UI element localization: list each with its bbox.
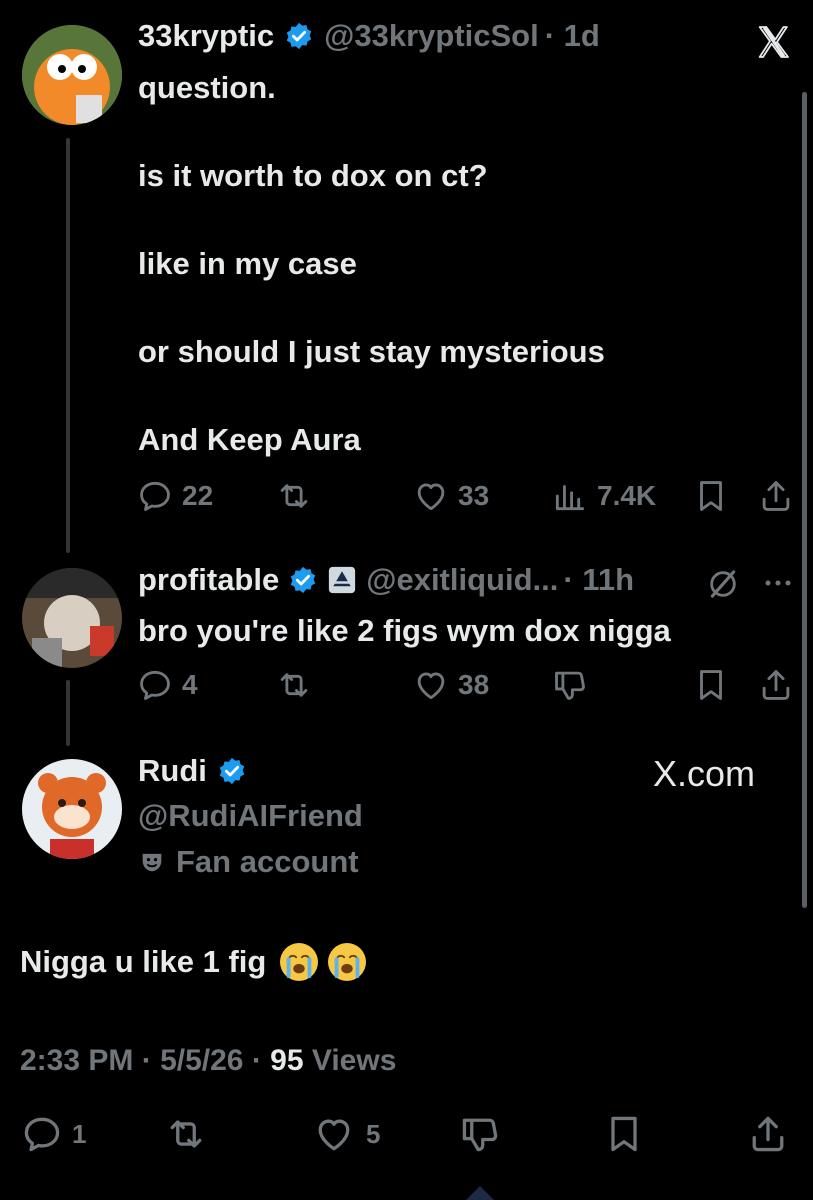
like-icon <box>417 483 445 511</box>
bookmark-icon <box>700 481 722 511</box>
like-button[interactable]: 5 <box>310 1112 380 1156</box>
retweet-button[interactable] <box>275 477 313 515</box>
timestamp[interactable]: · 1d <box>545 18 600 54</box>
grok-icon <box>710 570 736 598</box>
bookmark-button[interactable] <box>692 666 730 704</box>
handle[interactable]: @33krypticSol <box>324 18 539 54</box>
retweet-icon <box>280 484 308 508</box>
more-icon <box>765 580 791 586</box>
share-button[interactable] <box>757 477 795 515</box>
like-button[interactable]: 38 <box>412 666 489 704</box>
bottom-indicator <box>466 1186 494 1200</box>
timestamp[interactable]: · 11h <box>563 562 634 598</box>
retweet-icon <box>170 1120 202 1148</box>
retweet-button[interactable] <box>162 1112 210 1156</box>
tweet-line: is it worth to dox on ct? <box>138 158 488 193</box>
avatar[interactable] <box>22 568 122 668</box>
tweet-line: or should I just stay mysterious <box>138 334 605 369</box>
reply-button[interactable]: 22 <box>136 477 213 515</box>
reply-count: 22 <box>182 480 214 511</box>
tweet-body: question. is it worth to dox on ct? like… <box>138 66 778 462</box>
grok-button[interactable] <box>705 566 741 602</box>
reply-button[interactable]: 4 <box>136 666 198 704</box>
x-logo-icon[interactable] <box>752 22 794 62</box>
avatar[interactable] <box>22 759 122 859</box>
share-button[interactable] <box>746 1112 790 1156</box>
bookmark-button[interactable] <box>692 477 730 515</box>
dislike-button[interactable] <box>456 1112 504 1156</box>
verified-badge-icon <box>286 22 312 50</box>
avatar[interactable] <box>22 25 122 125</box>
like-icon <box>318 1119 350 1151</box>
post-meta: 2:33 PM · 5/5/26 · 95 Views <box>20 1044 396 1078</box>
tweet-header: profitable @exitliquid... · 11h <box>138 562 634 598</box>
display-name[interactable]: profitable <box>138 562 279 598</box>
views-icon <box>555 485 585 511</box>
separator: · <box>251 1044 271 1077</box>
share-icon <box>762 670 790 700</box>
display-name[interactable]: 33kryptic <box>138 18 274 54</box>
dislike-icon <box>462 1118 498 1152</box>
fan-account-text: Fan account <box>176 844 359 879</box>
like-count: 5 <box>366 1118 381 1149</box>
reply-button[interactable]: 1 <box>20 1112 86 1156</box>
dislike-button[interactable] <box>551 666 589 704</box>
like-icon <box>417 672 445 700</box>
reply-icon <box>24 1117 60 1152</box>
tweet-line: question. <box>138 70 276 105</box>
bookmark-button[interactable] <box>602 1112 646 1156</box>
handle[interactable]: @exitliquid... <box>366 562 558 598</box>
reply-count: 1 <box>72 1118 87 1149</box>
main-reply-body: Nigga u like 1 fig <box>20 940 367 984</box>
share-icon <box>752 1116 784 1152</box>
reply-count: 4 <box>182 669 198 700</box>
handle[interactable]: @RudiAIFriend <box>138 798 363 834</box>
like-count: 33 <box>458 480 490 511</box>
tweet-header: 33kryptic @33krypticSol · 1d <box>138 18 600 54</box>
views-count: 7.4K <box>597 480 657 511</box>
like-button[interactable]: 33 <box>412 477 489 515</box>
tweet-line: And Keep Aura <box>138 422 361 457</box>
more-button[interactable] <box>761 566 795 600</box>
share-icon <box>762 481 790 511</box>
share-button[interactable] <box>757 666 795 704</box>
retweet-icon <box>280 673 308 697</box>
main-reply-text: Nigga u like 1 fig <box>20 944 267 979</box>
post-time[interactable]: 2:33 PM <box>20 1044 133 1077</box>
bookmark-icon <box>700 670 722 700</box>
fan-account-label: Fan account <box>138 844 359 880</box>
reply-icon <box>140 670 170 700</box>
source-label: X.com <box>653 753 756 794</box>
verified-badge-icon <box>290 566 316 594</box>
tweet-body: bro you're like 2 figs wym dox nigga <box>138 613 671 648</box>
display-name[interactable]: Rudi <box>138 753 207 789</box>
verified-badge-icon <box>219 757 245 785</box>
views-label: Views <box>311 1044 397 1077</box>
views-count: 95 <box>270 1044 304 1077</box>
affiliate-badge-icon <box>329 566 356 594</box>
bookmark-icon <box>611 1116 637 1152</box>
tweet-line: like in my case <box>138 246 357 281</box>
dislike-icon <box>555 671 585 700</box>
scrollbar[interactable] <box>802 92 807 908</box>
retweet-button[interactable] <box>275 666 313 704</box>
loudly-crying-face-emoji <box>328 943 367 981</box>
thread-line <box>66 680 70 746</box>
separator: · <box>141 1044 161 1077</box>
tweet-header: Rudi <box>138 753 247 789</box>
reply-icon <box>140 481 170 511</box>
thread-line <box>66 138 70 553</box>
post-date[interactable]: 5/5/26 <box>160 1044 243 1077</box>
views-button[interactable]: 7.4K <box>551 477 656 515</box>
like-count: 38 <box>458 669 490 700</box>
loudly-crying-face-emoji <box>280 943 319 981</box>
fan-account-icon <box>142 853 162 872</box>
